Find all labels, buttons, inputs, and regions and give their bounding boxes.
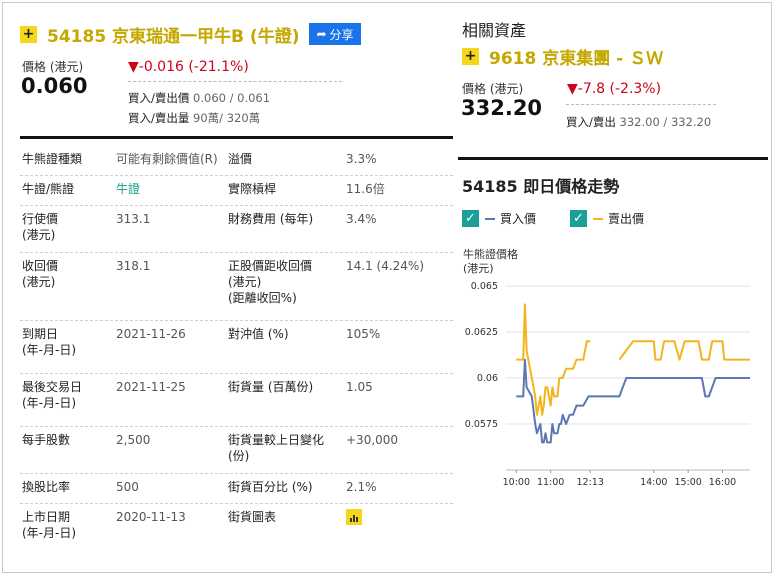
bid-line-swatch — [485, 217, 495, 220]
bidask-price-value: 0.060 / 0.061 — [193, 91, 271, 105]
detail-value: 可能有剩餘價值(R) — [116, 152, 218, 166]
detail-label: 收回價 (港元) — [22, 259, 59, 289]
detail-label: 行使價 (港元) — [22, 212, 59, 242]
warrant-price: 0.060 — [21, 74, 88, 98]
checkbox-checked-icon[interactable]: ✓ — [570, 210, 587, 227]
divider — [128, 81, 342, 82]
detail-value: 105% — [346, 327, 381, 341]
x-tick-label: 15:00 — [674, 477, 701, 488]
warrant-title: 54185 京東瑞通一甲牛B (牛證) — [47, 26, 300, 47]
intraday-chart: 0.065 0.0625 0.06 0.0575 10:00 11:00 12:13 14:0… — [465, 281, 750, 488]
detail-value: 1.05 — [346, 380, 373, 394]
detail-value: 313.1 — [116, 212, 151, 226]
detail-label: 街貨圖表 — [228, 510, 277, 524]
detail-label: 到期日 (年-月-日) — [22, 327, 77, 357]
detail-label: 正股價距收回價 (港元) (距離收回%) — [228, 259, 313, 305]
detail-value: 14.1 (4.24%) — [346, 259, 425, 273]
series-line — [618, 340, 750, 361]
detail-value: +30,000 — [346, 433, 399, 447]
table-row: 牛熊證種類 可能有剩餘價值(R) 溢價 3.3% — [20, 146, 453, 176]
ask-line-swatch — [593, 217, 603, 220]
related-bidask-value: 332.00 / 332.20 — [619, 115, 712, 129]
y-tick-label: 0.0575 — [465, 419, 498, 430]
table-row: 每手股數 2,500 街貨量較上日變化 (份) +30,000 — [20, 427, 453, 474]
detail-value: 2021-11-26 — [116, 327, 186, 341]
related-bidask-label: 買入/賣出 — [566, 115, 616, 129]
related-header: + 9618 京東集團 - ＳＷ — [462, 44, 663, 69]
detail-value: 3.3% — [346, 152, 377, 166]
detail-value: 2021-11-25 — [116, 380, 186, 394]
add-watchlist-button[interactable]: + — [20, 25, 37, 43]
legend-bid[interactable]: ✓ 買入價 — [462, 210, 536, 227]
detail-label: 溢價 — [228, 152, 253, 166]
table-row: 收回價 (港元) 318.1 正股價距收回價 (港元) (距離收回%) 14.1 (4… — [20, 253, 453, 321]
detail-value: 318.1 — [116, 259, 151, 273]
detail-label: 換股比率 — [22, 480, 71, 494]
table-row: 行使價 (港元) 313.1 財務費用 (每年) 3.4% — [20, 206, 453, 253]
bar-chart-icon[interactable] — [346, 509, 362, 525]
x-tick-label: 14:00 — [640, 477, 667, 488]
x-tick-label: 10:00 — [503, 477, 530, 488]
related-price-label: 價格 (港元) — [462, 82, 524, 96]
y-tick-label: 0.065 — [471, 281, 498, 292]
table-row: 牛證/熊證 牛證 實際槓桿 11.6倍 — [20, 176, 453, 206]
share-icon: ➦ — [316, 27, 327, 41]
related-title: 相關資產 — [462, 21, 527, 40]
y-tick-label: 0.06 — [477, 373, 498, 384]
detail-label: 每手股數 — [22, 433, 71, 447]
legend-ask[interactable]: ✓ 賣出價 — [570, 210, 644, 227]
section-divider — [458, 157, 768, 160]
bidask-vol-value: 90萬/ 320萬 — [193, 111, 261, 125]
related-price: 332.20 — [461, 96, 543, 120]
legend-ask-label: 賣出價 — [608, 212, 645, 226]
detail-label: 最後交易日 (年-月-日) — [22, 380, 83, 410]
detail-label: 對沖值 (%) — [228, 327, 289, 341]
bidask-price-label: 買入/賣出價 — [128, 91, 190, 105]
details-table: 牛熊證種類 可能有剩餘價值(R) 溢價 3.3% 牛證/熊證 牛證 實際槓桿 11.6倍行使價… — [20, 146, 453, 552]
x-tick-label: 11:00 — [537, 477, 564, 488]
table-row: 最後交易日 (年-月-日) 2021-11-25 街貨量 (百萬份) 1.05 — [20, 374, 453, 427]
intraday-title: 54185 即日價格走勢 — [462, 177, 620, 196]
related-bidask: 買入/賣出 332.00 / 332.20 — [566, 114, 711, 130]
detail-value: 2.1% — [346, 480, 377, 494]
detail-label: 街貨量較上日變化 (份) — [228, 433, 325, 463]
share-label: 分享 — [329, 27, 354, 42]
detail-value: 3.4% — [346, 212, 377, 226]
detail-label: 實際槓桿 — [228, 182, 277, 196]
add-related-button[interactable]: + — [462, 48, 479, 65]
y-tick-label: 0.0625 — [465, 327, 498, 338]
related-change: ▼-7.8 (-2.3%) — [567, 81, 662, 97]
related-name[interactable]: 9618 京東集團 - ＳＷ — [489, 44, 663, 69]
detail-value: 2,500 — [116, 433, 151, 447]
detail-label: 牛熊證種類 — [22, 152, 83, 166]
detail-value: 牛證 — [116, 182, 141, 196]
detail-value: 11.6倍 — [346, 182, 385, 196]
warrant-header: + 54185 京東瑞通一甲牛B (牛證) ➦ 分享 — [20, 20, 450, 48]
detail-label: 牛證/熊證 — [22, 182, 75, 196]
section-divider — [20, 136, 453, 139]
detail-value: 500 — [116, 480, 139, 494]
chart-ylabel: 牛熊證價格 (港元) — [463, 248, 518, 275]
outstanding-chart-button[interactable] — [346, 509, 452, 529]
divider — [566, 104, 716, 105]
detail-value: 2020-11-13 — [116, 510, 186, 524]
table-row: 到期日 (年-月-日) 2021-11-26 對沖值 (%) 105% — [20, 321, 453, 374]
detail-label: 財務費用 (每年) — [228, 212, 314, 226]
warrant-change: ▼-0.016 (-21.1%) — [128, 59, 249, 75]
x-tick-label: 12:13 — [577, 477, 604, 488]
price-label: 價格 (港元) — [22, 60, 84, 74]
series-line — [516, 303, 591, 416]
bidask-volume: 買入/賣出量 90萬/ 320萬 — [128, 110, 260, 126]
table-row: 換股比率 500 街貨百分比 (%) 2.1% — [20, 474, 453, 504]
bidask-price: 買入/賣出價 0.060 / 0.061 — [128, 90, 270, 106]
checkbox-checked-icon[interactable]: ✓ — [462, 210, 479, 227]
table-row: 上市日期 (年-月-日) 2020-11-13 街貨圖表 — [20, 504, 453, 552]
legend-bid-label: 買入價 — [500, 212, 537, 226]
detail-label: 上市日期 (年-月-日) — [22, 510, 77, 540]
detail-label: 街貨百分比 (%) — [228, 480, 313, 494]
bidask-vol-label: 買入/賣出量 — [128, 111, 190, 125]
detail-label: 街貨量 (百萬份) — [228, 380, 314, 394]
x-tick-label: 16:00 — [709, 477, 736, 488]
share-button[interactable]: ➦ 分享 — [309, 23, 361, 45]
